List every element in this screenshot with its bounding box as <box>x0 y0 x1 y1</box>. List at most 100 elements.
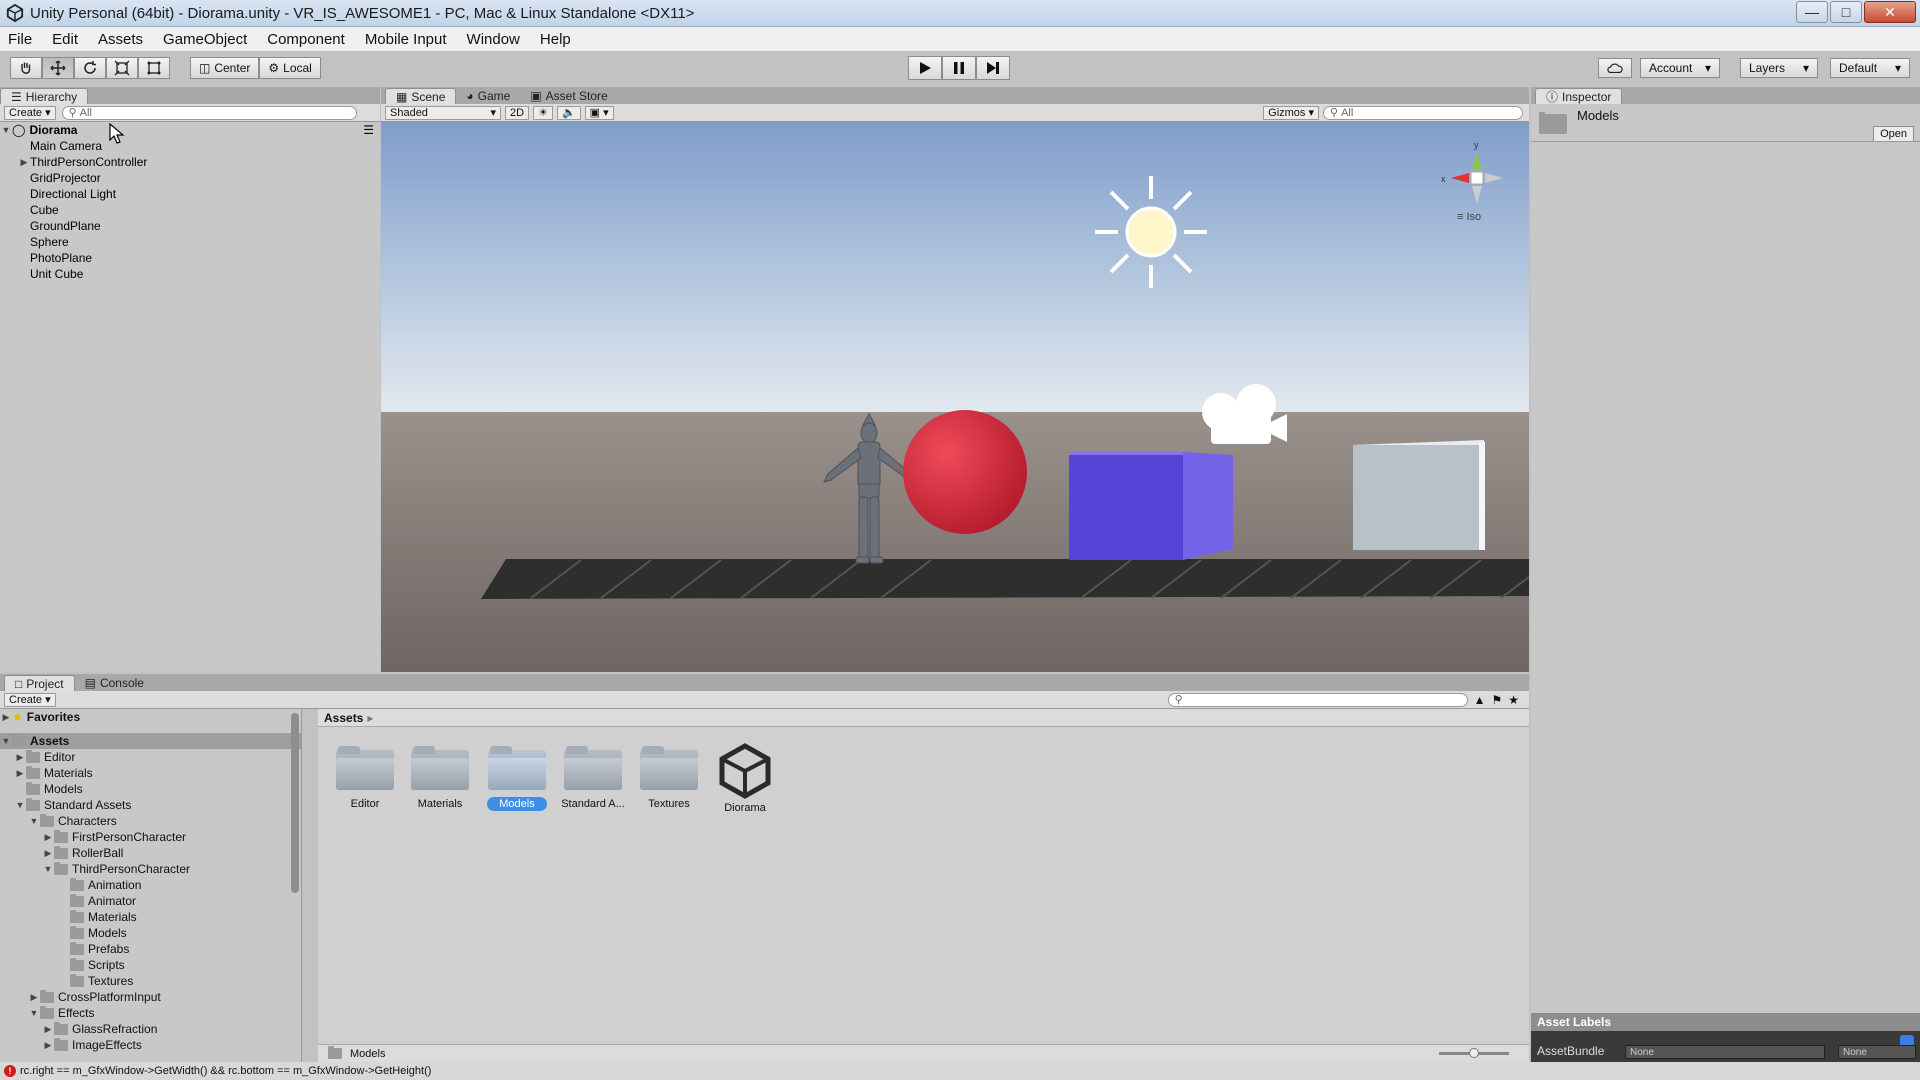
gizmos-dropdown[interactable]: Gizmos ▾ <box>1263 105 1319 120</box>
step-button[interactable] <box>976 56 1010 80</box>
layout-dropdown[interactable]: Default ▾ <box>1830 58 1910 78</box>
tree-editor[interactable]: ▶ Editor <box>0 749 301 765</box>
hierarchy-item-third-person-controller[interactable]: ▶ ThirdPersonController <box>0 154 380 170</box>
hierarchy-item-main-camera[interactable]: Main Camera <box>0 138 380 154</box>
tab-project[interactable]: □ Project <box>4 675 75 691</box>
favorite-star-icon[interactable]: ★ <box>1508 693 1519 707</box>
expand-arrow-icon[interactable]: ▶ <box>42 832 54 843</box>
tree-standard-assets[interactable]: ▼ Standard Assets <box>0 797 301 813</box>
scene-menu-icon[interactable]: ☰ <box>363 123 374 137</box>
tab-asset-store[interactable]: ▣ Asset Store <box>520 88 617 104</box>
expand-arrow-icon[interactable]: ▼ <box>28 816 40 826</box>
asset-labels-header[interactable]: Asset Labels <box>1531 1013 1920 1031</box>
menu-edit[interactable]: Edit <box>50 31 80 48</box>
slider-thumb[interactable] <box>1469 1048 1479 1058</box>
rotate-tool-button[interactable] <box>74 57 106 79</box>
tab-game[interactable]: ◕ Game <box>456 88 520 104</box>
hierarchy-item-ground-plane[interactable]: GroundPlane <box>0 218 380 234</box>
projection-label[interactable]: ≡ Iso <box>1457 211 1481 223</box>
pivot-local-button[interactable]: ⚙ Local <box>259 57 321 79</box>
expand-arrow-icon[interactable]: ▶ <box>42 1040 54 1051</box>
menu-help[interactable]: Help <box>538 31 573 48</box>
account-dropdown[interactable]: Account ▾ <box>1640 58 1720 78</box>
menu-component[interactable]: Component <box>265 31 347 48</box>
pause-button[interactable] <box>942 56 976 80</box>
effects-dropdown[interactable]: ▣ ▾ <box>584 105 614 120</box>
hand-tool-button[interactable] <box>10 57 42 79</box>
scale-tool-button[interactable] <box>106 57 138 79</box>
tree-scripts[interactable]: Scripts <box>0 957 301 973</box>
scene-search-input[interactable]: ⚲ All <box>1323 105 1523 120</box>
tree-materials[interactable]: ▶ Materials <box>0 765 301 781</box>
tree-models[interactable]: Models <box>0 781 301 797</box>
expand-arrow-icon[interactable]: ▼ <box>28 1008 40 1018</box>
lighting-toggle[interactable]: ☀ <box>533 105 553 120</box>
menu-mobile-input[interactable]: Mobile Input <box>363 31 449 48</box>
open-button[interactable]: Open <box>1873 126 1914 142</box>
maximize-button[interactable]: □ <box>1830 1 1862 23</box>
tab-hierarchy[interactable]: ☰ Hierarchy <box>0 88 89 104</box>
layers-dropdown[interactable]: Layers ▾ <box>1740 58 1818 78</box>
project-create-dropdown[interactable]: Create ▾ <box>4 692 56 707</box>
move-tool-button[interactable] <box>42 57 74 79</box>
hierarchy-item-directional-light[interactable]: Directional Light <box>0 186 380 202</box>
assetbundle-dropdown[interactable]: None <box>1625 1045 1825 1059</box>
tree-tp-models[interactable]: Models <box>0 925 301 941</box>
expand-arrow-icon[interactable]: ▶ <box>14 768 26 779</box>
expand-arrow-icon[interactable]: ▶ <box>14 752 26 763</box>
2d-toggle[interactable]: 2D <box>505 105 530 120</box>
hierarchy-item-cube[interactable]: Cube <box>0 202 380 218</box>
cloud-button[interactable] <box>1598 58 1632 78</box>
tab-inspector[interactable]: ⓘ Inspector <box>1535 88 1623 104</box>
expand-arrow-icon[interactable]: ▶ <box>28 992 40 1003</box>
tree-prefabs[interactable]: Prefabs <box>0 941 301 957</box>
hierarchy-item-grid-projector[interactable]: GridProjector <box>0 170 380 186</box>
hierarchy-create-dropdown[interactable]: Create ▾ <box>4 105 56 120</box>
menu-window[interactable]: Window <box>465 31 522 48</box>
filter-by-type-icon[interactable]: ▲ <box>1474 693 1486 707</box>
tree-image-effects[interactable]: ▶ ImageEffects <box>0 1037 301 1053</box>
hierarchy-search-input[interactable]: ⚲ All <box>61 105 357 120</box>
tree-tp-materials[interactable]: Materials <box>0 909 301 925</box>
icon-size-slider[interactable] <box>1439 1048 1509 1058</box>
tree-characters[interactable]: ▼ Characters <box>0 813 301 829</box>
tree-rollerball[interactable]: ▶ RollerBall <box>0 845 301 861</box>
audio-toggle[interactable]: 🔈 <box>556 105 581 120</box>
tree-effects[interactable]: ▼ Effects <box>0 1005 301 1021</box>
hierarchy-item-sphere[interactable]: Sphere <box>0 234 380 250</box>
rect-tool-button[interactable] <box>138 57 170 79</box>
hierarchy-item-unit-cube[interactable]: Unit Cube <box>0 266 380 282</box>
pivot-center-button[interactable]: ◫ Center <box>190 57 260 79</box>
hierarchy-item-photo-plane[interactable]: PhotoPlane <box>0 250 380 266</box>
expand-arrow-icon[interactable]: ▼ <box>14 800 26 810</box>
favorites-row[interactable]: ▶ ★ Favorites <box>0 709 301 725</box>
project-search-input[interactable]: ⚲ <box>1167 692 1468 707</box>
tab-scene[interactable]: ▦ Scene <box>385 88 457 104</box>
tree-animator[interactable]: Animator <box>0 893 301 909</box>
tree-animation[interactable]: Animation <box>0 877 301 893</box>
assetbundle-variant-dropdown[interactable]: None <box>1838 1045 1916 1059</box>
menu-assets[interactable]: Assets <box>96 31 145 48</box>
expand-arrow-icon[interactable]: ▶ <box>42 1024 54 1035</box>
tree-cross-platform-input[interactable]: ▶ CrossPlatformInput <box>0 989 301 1005</box>
tab-console[interactable]: ▤ Console <box>75 675 154 691</box>
breadcrumb-assets[interactable]: Assets <box>324 711 363 725</box>
scene-viewport[interactable]: x y ≡ Iso <box>381 122 1529 672</box>
expand-arrow-icon[interactable]: ▶ <box>42 848 54 859</box>
expand-arrow-icon[interactable]: ▼ <box>0 736 12 746</box>
tree-first-person-character[interactable]: ▶ FirstPersonCharacter <box>0 829 301 845</box>
expand-arrow-icon[interactable]: ▼ <box>0 125 12 135</box>
shading-mode-dropdown[interactable]: Shaded ▾ <box>385 105 501 120</box>
status-bar[interactable]: ! rc.right == m_GfxWindow->GetWidth() &&… <box>0 1062 1920 1080</box>
tree-assets-root[interactable]: ▼ Assets <box>0 733 301 749</box>
menu-gameobject[interactable]: GameObject <box>161 31 249 48</box>
close-button[interactable]: ✕ <box>1864 1 1916 23</box>
filter-by-label-icon[interactable]: ⚑ <box>1491 693 1502 707</box>
expand-arrow-icon[interactable]: ▶ <box>18 157 30 168</box>
expand-arrow-icon[interactable]: ▶ <box>0 712 12 723</box>
expand-arrow-icon[interactable]: ▼ <box>42 864 54 874</box>
minimize-button[interactable]: — <box>1796 1 1828 23</box>
tree-scrollbar[interactable] <box>291 713 299 893</box>
tree-textures[interactable]: Textures <box>0 973 301 989</box>
menu-file[interactable]: File <box>6 31 34 48</box>
